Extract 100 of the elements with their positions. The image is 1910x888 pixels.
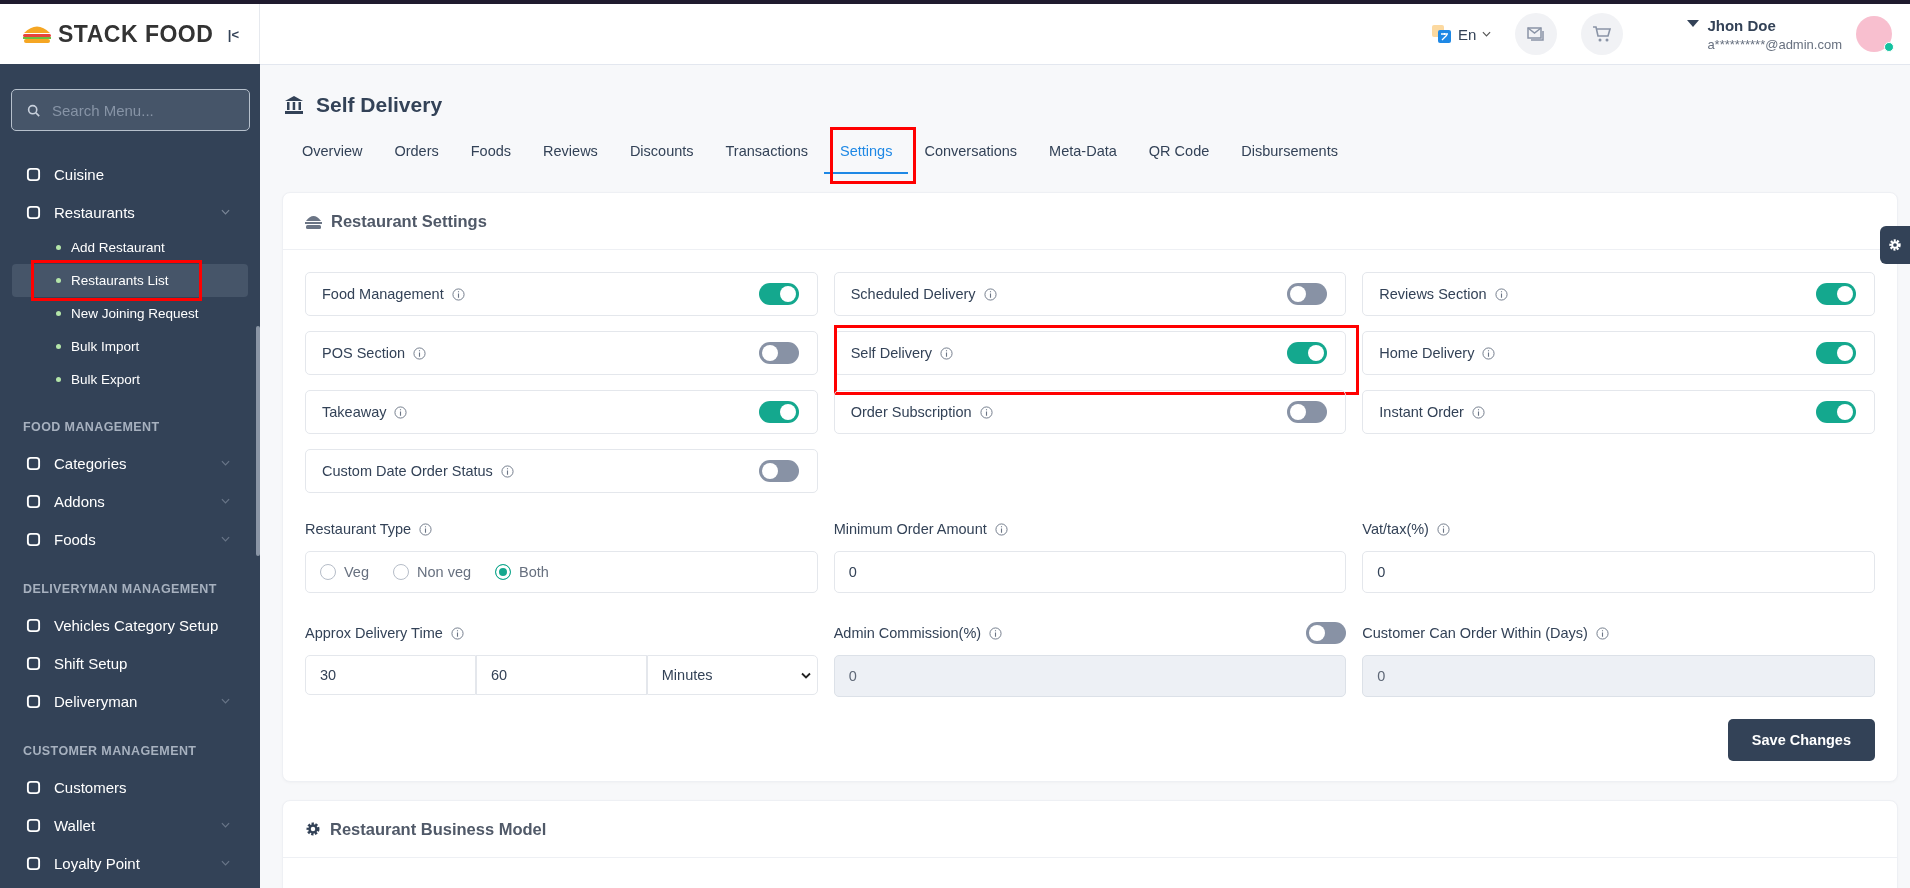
info-icon[interactable] xyxy=(1494,287,1508,301)
info-icon[interactable] xyxy=(394,405,408,419)
toggle-switch[interactable] xyxy=(758,460,799,482)
info-icon[interactable] xyxy=(500,464,514,478)
info-icon[interactable] xyxy=(983,287,997,301)
caret-down-icon[interactable] xyxy=(1687,20,1700,28)
field-label: Minimum Order Amount xyxy=(833,521,987,537)
setting-label: Scheduled Delivery xyxy=(850,286,976,302)
info-icon[interactable] xyxy=(940,346,954,360)
sidebar-subitem[interactable]: Bulk Export xyxy=(12,363,248,396)
user-email: a**********@admin.com xyxy=(1707,36,1842,52)
toggle-switch[interactable] xyxy=(1287,283,1328,305)
info-icon[interactable] xyxy=(1595,626,1609,640)
sidebar-subitem[interactable]: Bulk Import xyxy=(12,330,248,363)
info-icon[interactable] xyxy=(979,405,993,419)
sidebar-section-heading: DELIVERYMAN MANAGEMENT xyxy=(22,581,218,598)
menu-item-icon xyxy=(26,693,41,709)
sidebar-item[interactable]: Wallet xyxy=(12,806,260,844)
bank-icon xyxy=(284,95,304,115)
radio-option[interactable]: Veg xyxy=(320,564,369,580)
sidebar-item[interactable]: Vehicles Category Setup xyxy=(12,606,260,644)
radio-button[interactable] xyxy=(495,564,511,580)
card-title: Restaurant Settings xyxy=(331,211,487,231)
setting-label: Self Delivery xyxy=(850,345,933,361)
sidebar-scrollbar[interactable] xyxy=(256,326,260,556)
sidebar-subitem[interactable]: New Joining Request xyxy=(12,297,248,330)
radio-button[interactable] xyxy=(393,564,409,580)
toggle-switch[interactable] xyxy=(1816,401,1856,423)
toggle-switch[interactable] xyxy=(1816,283,1856,305)
radio-option[interactable]: Non veg xyxy=(393,564,471,580)
settings-button[interactable] xyxy=(1880,226,1910,264)
menu-item-icon xyxy=(26,855,41,871)
page-title: Self Delivery xyxy=(316,93,443,117)
chevron-down-icon xyxy=(800,671,811,679)
info-icon[interactable] xyxy=(1471,405,1485,419)
menu-item-icon xyxy=(26,166,41,182)
messages-button[interactable] xyxy=(1515,13,1558,55)
sidebar-section-heading: CUSTOMER MANAGEMENT xyxy=(22,743,198,760)
sidebar-item[interactable]: Foods xyxy=(12,520,260,558)
info-icon[interactable] xyxy=(1436,522,1450,536)
info-icon[interactable] xyxy=(413,346,426,360)
menu-item-icon xyxy=(26,655,41,671)
tab[interactable]: Foods xyxy=(454,131,528,174)
input-field[interactable]: 0 xyxy=(833,551,1347,593)
setting-label: Instant Order xyxy=(1379,404,1464,420)
user-avatar[interactable] xyxy=(1856,16,1892,52)
collapse-sidebar-button[interactable]: |< xyxy=(221,25,245,43)
cart-button[interactable] xyxy=(1581,13,1624,55)
search-field[interactable]: Search Menu... xyxy=(11,89,250,131)
setting-label: Custom Date Order Status xyxy=(322,463,493,479)
info-icon[interactable] xyxy=(451,287,465,301)
tab[interactable]: Conversations xyxy=(908,131,1034,174)
sidebar-item[interactable]: Shift Setup xyxy=(12,644,260,682)
info-icon[interactable] xyxy=(989,626,1003,640)
toggle-switch[interactable] xyxy=(758,283,799,305)
settings-icon xyxy=(1888,238,1902,252)
tab[interactable]: Discounts xyxy=(613,131,710,174)
tab[interactable]: Reviews xyxy=(527,131,614,174)
sidebar-item[interactable]: Loyalty Point xyxy=(12,844,260,882)
sidebar-subitem[interactable]: Add Restaurant xyxy=(12,231,248,264)
radio-option[interactable]: Both xyxy=(495,564,549,580)
tab[interactable]: Transactions xyxy=(709,131,824,174)
min-time-field[interactable]: 30 xyxy=(305,655,476,695)
sidebar-item[interactable]: Customers xyxy=(12,768,260,806)
info-icon[interactable] xyxy=(994,522,1008,536)
field-label: Restaurant Type xyxy=(305,521,412,537)
sidebar-item[interactable]: Deliveryman xyxy=(12,682,260,720)
tab[interactable]: QR Code xyxy=(1132,131,1226,174)
sidebar-item[interactable]: Cuisine xyxy=(12,155,260,193)
input-field[interactable]: 0 xyxy=(1362,551,1875,593)
bullet-icon xyxy=(56,245,61,250)
info-icon[interactable] xyxy=(1482,346,1496,360)
menu-item-icon xyxy=(26,779,41,795)
info-icon[interactable] xyxy=(450,626,464,640)
language-selector[interactable]: En xyxy=(1432,25,1492,43)
translate-icon xyxy=(1432,25,1453,43)
unit-select[interactable]: Minutes xyxy=(646,655,818,695)
tab[interactable]: Disbursements xyxy=(1225,131,1354,174)
menu-item-icon xyxy=(26,493,41,509)
toggle-switch[interactable] xyxy=(1816,342,1856,364)
sidebar-item[interactable]: Categories xyxy=(12,444,260,482)
toggle-switch[interactable] xyxy=(758,401,799,423)
tab[interactable]: Meta-Data xyxy=(1033,131,1133,174)
menu-item-icon xyxy=(26,204,41,220)
tab[interactable]: Orders xyxy=(378,131,455,174)
sidebar-item[interactable]: Addons xyxy=(12,482,260,520)
radio-button[interactable] xyxy=(320,564,336,580)
gear-icon xyxy=(305,821,321,837)
menu-item-icon xyxy=(26,455,41,471)
bullet-icon xyxy=(56,344,61,349)
save-changes-button[interactable]: Save Changes xyxy=(1727,719,1875,761)
search-icon xyxy=(27,104,40,117)
toggle-switch[interactable] xyxy=(758,342,799,364)
tab[interactable]: Overview xyxy=(286,131,379,174)
toggle-switch[interactable] xyxy=(1287,401,1328,423)
max-time-field[interactable]: 60 xyxy=(475,655,647,695)
info-icon[interactable] xyxy=(419,522,433,536)
toggle-switch[interactable] xyxy=(1287,342,1328,364)
sidebar-item[interactable]: Restaurants xyxy=(12,193,260,231)
field-label: Approx Delivery Time xyxy=(305,625,443,641)
